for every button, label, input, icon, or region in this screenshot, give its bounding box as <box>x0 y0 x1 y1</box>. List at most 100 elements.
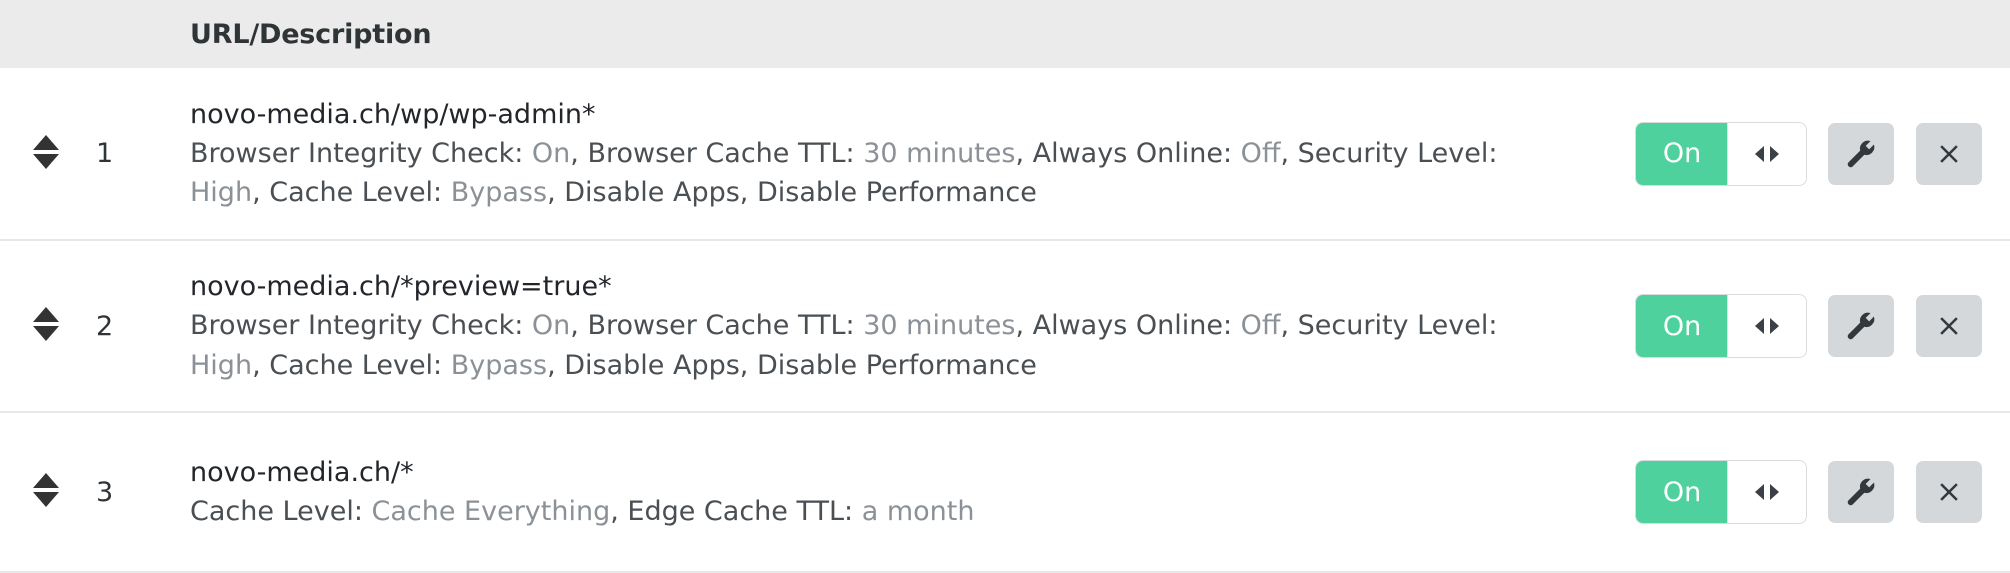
delete-rule-button[interactable] <box>1916 461 1982 523</box>
setting-value: High <box>190 349 253 381</box>
setting-value: 30 minutes <box>863 137 1016 169</box>
close-x-icon <box>1934 311 1964 341</box>
setting-separator: , <box>570 137 588 169</box>
setting-label: Browser Integrity Check: <box>190 137 532 169</box>
rule-url: novo-media.ch/*preview=true* <box>190 271 612 303</box>
close-x-icon <box>1934 139 1964 169</box>
cell-url-description: novo-media.ch/*preview=true* Browser Inte… <box>190 240 1590 412</box>
rule-enable-toggle[interactable]: On <box>1636 295 1806 357</box>
setting-label: Security Level: <box>1297 137 1498 169</box>
setting-separator: , <box>739 177 757 209</box>
setting-separator: , <box>547 177 565 209</box>
cell-drag-handle <box>0 412 92 572</box>
toggle-knob[interactable] <box>1728 122 1806 185</box>
setting-separator: , <box>739 349 757 381</box>
close-x-icon <box>1934 477 1964 507</box>
wrench-icon <box>1845 138 1877 170</box>
header-cell-controls <box>1590 0 2010 68</box>
row-controls: On <box>1590 122 1982 185</box>
setting-value: Cache Everything <box>371 496 611 527</box>
header-cell-url-description: URL/Description <box>190 18 432 50</box>
setting-value: High <box>190 177 253 209</box>
setting-separator: , <box>1015 137 1033 169</box>
rule-description: Browser Integrity Check: On, Browser Cac… <box>190 306 1566 384</box>
rule-description: Browser Integrity Check: On, Browser Cac… <box>190 134 1566 212</box>
cell-row-controls: On <box>1590 68 2010 240</box>
row-controls: On <box>1590 295 1982 357</box>
cell-drag-handle <box>0 240 92 412</box>
toggle-knob[interactable] <box>1728 461 1806 523</box>
setting-value: 30 minutes <box>863 310 1016 342</box>
table-header: URL/Description <box>0 0 2010 68</box>
wrench-icon <box>1845 476 1877 508</box>
toggle-state-label: On <box>1636 295 1728 357</box>
setting-value: Bypass <box>450 177 548 209</box>
rule-enable-toggle[interactable]: On <box>1636 461 1806 523</box>
setting-label: Disable Apps <box>564 177 740 209</box>
setting-separator: , <box>252 349 270 381</box>
setting-separator: , <box>1280 137 1298 169</box>
header-cell-index <box>92 0 190 68</box>
page-rules-table: URL/Description 1 novo-media.ch/wp/wp-adm… <box>0 0 2010 573</box>
setting-label: Security Level: <box>1297 310 1498 342</box>
rule-priority-number: 3 <box>96 476 114 508</box>
cell-url-description: novo-media.ch/* Cache Level: Cache Everyt… <box>190 412 1590 572</box>
toggle-knob[interactable] <box>1728 295 1806 357</box>
toggle-state-label: On <box>1636 461 1728 523</box>
rule-priority-number: 1 <box>96 138 114 169</box>
left-right-arrows-icon <box>1750 143 1784 165</box>
setting-value: a month <box>861 496 975 527</box>
setting-label: Cache Level: <box>269 177 451 209</box>
sort-updown-icon[interactable] <box>33 134 59 169</box>
setting-label: Browser Integrity Check: <box>190 310 532 342</box>
setting-separator: , <box>1280 310 1298 342</box>
setting-value: Off <box>1240 137 1281 169</box>
sort-updown-icon[interactable] <box>33 307 59 341</box>
setting-label: Browser Cache TTL: <box>587 137 864 169</box>
setting-label: Always Online: <box>1032 137 1241 169</box>
table-row: 1 novo-media.ch/wp/wp-admin* Browser Integ… <box>0 68 2010 240</box>
setting-value: Off <box>1240 310 1281 342</box>
setting-separator: , <box>547 349 565 381</box>
setting-label: Disable Apps <box>564 349 740 381</box>
table-header-row: URL/Description <box>0 0 2010 68</box>
wrench-icon <box>1845 310 1877 342</box>
setting-separator: , <box>610 496 628 527</box>
setting-value: On <box>531 137 571 169</box>
setting-label: Edge Cache TTL: <box>627 496 862 527</box>
header-cell-handle <box>0 0 92 68</box>
cell-url-description: novo-media.ch/wp/wp-admin* Browser Integr… <box>190 68 1590 240</box>
setting-value: Bypass <box>450 349 548 381</box>
setting-label: Cache Level: <box>190 496 372 527</box>
setting-separator: , <box>252 177 270 209</box>
rule-description: Cache Level: Cache Everything, Edge Cach… <box>190 492 1566 531</box>
cell-row-controls: On <box>1590 412 2010 572</box>
delete-rule-button[interactable] <box>1916 122 1982 185</box>
edit-rule-button[interactable] <box>1828 295 1894 357</box>
delete-rule-button[interactable] <box>1916 295 1982 357</box>
setting-label: Browser Cache TTL: <box>587 310 864 342</box>
table-body: 1 novo-media.ch/wp/wp-admin* Browser Integ… <box>0 68 2010 572</box>
setting-label: Disable Performance <box>756 177 1037 209</box>
cell-drag-handle <box>0 68 92 240</box>
setting-label: Disable Performance <box>756 349 1037 381</box>
setting-label: Always Online: <box>1032 310 1241 342</box>
left-right-arrows-icon <box>1750 481 1784 503</box>
rule-url: novo-media.ch/* <box>190 456 414 488</box>
rule-priority-number: 2 <box>96 310 114 342</box>
setting-separator: , <box>1015 310 1033 342</box>
rule-url: novo-media.ch/wp/wp-admin* <box>190 98 596 130</box>
setting-value: On <box>531 310 571 342</box>
edit-rule-button[interactable] <box>1828 122 1894 185</box>
toggle-state-label: On <box>1636 122 1728 185</box>
setting-label: Cache Level: <box>269 349 451 381</box>
table-row: 2 novo-media.ch/*preview=true* Browser Int… <box>0 240 2010 412</box>
rule-enable-toggle[interactable]: On <box>1636 122 1806 185</box>
sort-updown-icon[interactable] <box>33 473 59 507</box>
cell-row-controls: On <box>1590 240 2010 412</box>
row-controls: On <box>1590 461 1982 523</box>
setting-separator: , <box>570 310 588 342</box>
edit-rule-button[interactable] <box>1828 461 1894 523</box>
table-row: 3 novo-media.ch/* Cache Level: Cache Every… <box>0 412 2010 572</box>
left-right-arrows-icon <box>1750 315 1784 337</box>
